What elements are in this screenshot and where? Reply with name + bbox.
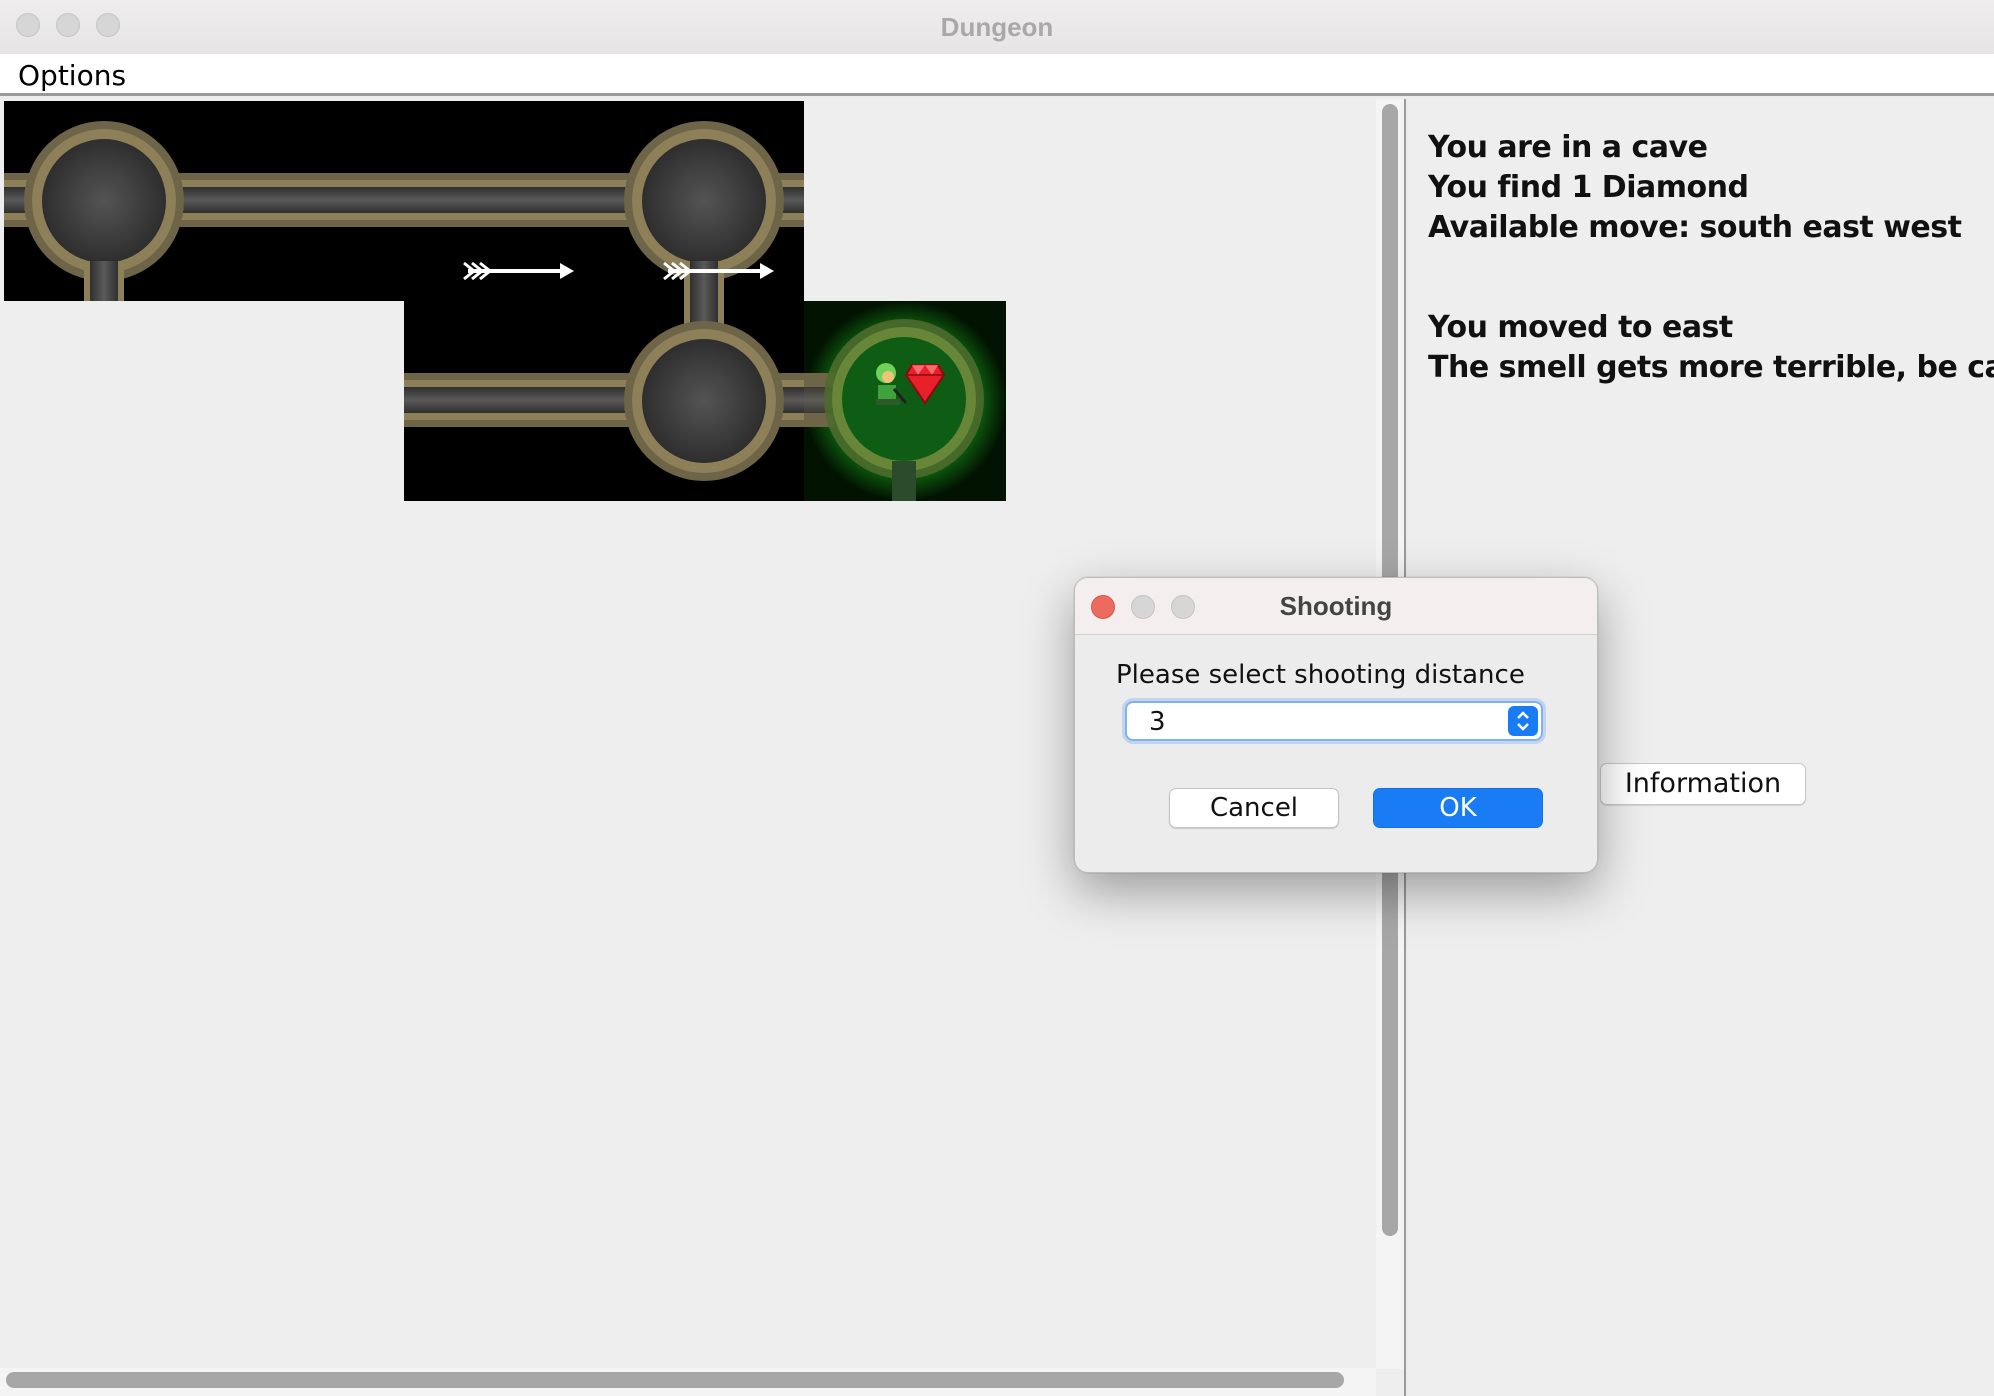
- horizontal-scroll-thumb[interactable]: [6, 1372, 1344, 1388]
- window-titlebar: Dungeon: [0, 0, 1994, 55]
- distance-prompt: Please select shooting distance: [1116, 660, 1525, 690]
- distance-select[interactable]: 3: [1125, 701, 1543, 741]
- menu-options[interactable]: Options: [18, 59, 126, 92]
- info-line: Available move: south east west: [1428, 210, 1962, 245]
- dialog-title: Shooting: [1279, 591, 1393, 621]
- select-chevron-icon[interactable]: [1508, 706, 1538, 736]
- dungeon-map: [4, 101, 1006, 501]
- information-button[interactable]: Information: [1600, 763, 1806, 805]
- info-line: You find 1 Diamond: [1428, 170, 1749, 205]
- shooting-dialog: Shooting Please select shooting distance…: [1074, 577, 1598, 873]
- menu-bar: Options: [0, 54, 1994, 96]
- window-title: Dungeon: [940, 12, 1054, 42]
- cancel-button[interactable]: Cancel: [1169, 788, 1339, 828]
- info-line: You are in a cave: [1428, 130, 1708, 165]
- info-line: The smell gets more terrible, be careful: [1428, 350, 1994, 385]
- info-line: You moved to east: [1428, 310, 1733, 345]
- dialog-titlebar: Shooting: [1075, 578, 1597, 635]
- ok-button[interactable]: OK: [1373, 788, 1543, 828]
- distance-value: 3: [1149, 707, 1166, 737]
